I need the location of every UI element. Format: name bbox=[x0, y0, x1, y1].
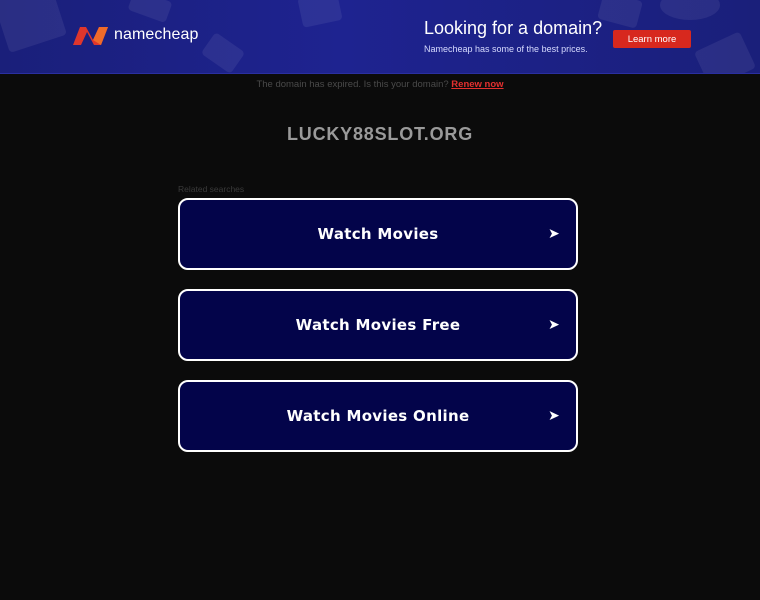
arrow-right-icon: ➤ bbox=[547, 408, 560, 424]
promo-subtitle: Namecheap has some of the best prices. bbox=[424, 44, 588, 54]
arrow-right-icon: ➤ bbox=[547, 226, 560, 242]
namecheap-logo-icon bbox=[73, 27, 108, 45]
brand-name: namecheap bbox=[114, 26, 199, 43]
learn-more-button[interactable]: Learn more bbox=[613, 30, 691, 48]
related-search-item[interactable]: Watch Movies ➤ bbox=[178, 198, 578, 270]
related-searches-label: Related searches bbox=[178, 184, 245, 194]
domain-name: LUCKY88SLOT.ORG bbox=[286, 124, 474, 144]
related-search-label: Watch Movies Online bbox=[286, 407, 470, 425]
related-search-label: Watch Movies Free bbox=[295, 316, 461, 334]
promo-text: Looking for a domain? Namecheap has some… bbox=[424, 18, 602, 54]
related-search-item[interactable]: Watch Movies Online ➤ bbox=[178, 380, 578, 452]
related-search-item[interactable]: Watch Movies Free ➤ bbox=[178, 289, 578, 361]
namecheap-banner[interactable]: namecheap Looking for a domain? Namechea… bbox=[0, 0, 760, 74]
promo-title: Looking for a domain? bbox=[424, 18, 603, 38]
namecheap-logo[interactable]: namecheap bbox=[72, 24, 199, 46]
expired-notice: The domain has expired. Is this your dom… bbox=[0, 79, 760, 90]
arrow-right-icon: ➤ bbox=[547, 317, 560, 333]
renew-now-link[interactable]: Renew now bbox=[451, 79, 503, 90]
related-search-label: Watch Movies bbox=[317, 225, 439, 243]
expired-notice-text: The domain has expired. Is this your dom… bbox=[256, 79, 449, 90]
